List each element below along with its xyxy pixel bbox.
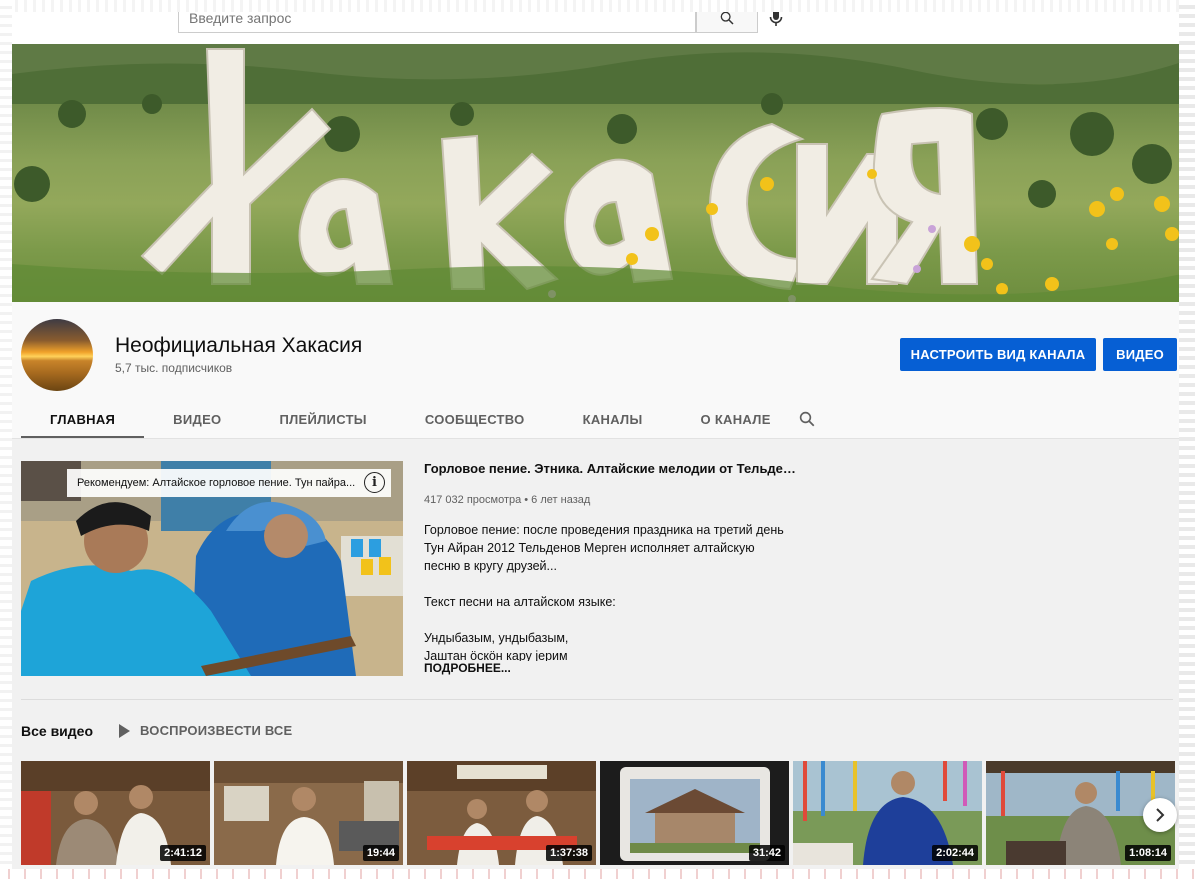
channel-content: Рекомендуем: Алтайское горловое пение. Т… — [12, 438, 1182, 872]
torn-edge-right — [1179, 0, 1195, 879]
featured-video-description: Горловое пение: после проведения праздни… — [424, 523, 784, 661]
video-thumbnail[interactable]: 19:44 — [214, 761, 403, 865]
tab-playlists[interactable]: ПЛЕЙЛИСТЫ — [250, 400, 395, 438]
tab-about[interactable]: О КАНАЛЕ — [672, 400, 800, 438]
chevron-right-icon — [1156, 808, 1165, 822]
youtube-channel-page: Неофициальная Хакасия 5,7 тыс. подписчик… — [12, 0, 1182, 872]
video-thumbnail[interactable]: 1:37:38 — [407, 761, 596, 865]
channel-banner — [12, 44, 1182, 302]
section-divider — [21, 699, 1173, 700]
tab-channels[interactable]: КАНАЛЫ — [554, 400, 672, 438]
channel-tabs: ГЛАВНАЯ ВИДЕО ПЛЕЙЛИСТЫ СООБЩЕСТВО КАНАЛ… — [21, 400, 800, 438]
overlay-text: Рекомендуем: Алтайское горловое пение. Т… — [77, 477, 356, 489]
search-icon — [799, 411, 815, 427]
video-duration: 19:44 — [362, 845, 399, 861]
featured-video-player[interactable]: Рекомендуем: Алтайское горловое пение. Т… — [21, 461, 403, 676]
banner-landscape — [12, 44, 1182, 302]
channel-name: Неофициальная Хакасия — [115, 334, 363, 357]
torn-edge-top — [0, 0, 1195, 12]
search-icon — [720, 11, 734, 25]
featured-video-info: Горловое пение. Этника. Алтайские мелоди… — [424, 461, 804, 661]
featured-video-title[interactable]: Горловое пение. Этника. Алтайские мелоди… — [424, 461, 796, 476]
play-all-button[interactable]: ВОСПРОИЗВЕСТИ ВСЕ — [118, 723, 292, 738]
tab-home[interactable]: ГЛАВНАЯ — [21, 400, 145, 438]
channel-search-button[interactable] — [796, 408, 818, 430]
video-duration: 2:41:12 — [160, 845, 206, 861]
subscriber-count: 5,7 тыс. подписчиков — [115, 361, 233, 375]
featured-video-meta: 417 032 просмотра • 6 лет назад — [424, 494, 591, 506]
video-duration: 2:02:44 — [932, 845, 978, 861]
manage-videos-button[interactable]: ВИДЕО — [1103, 338, 1177, 371]
screenshot-frame: Неофициальная Хакасия 5,7 тыс. подписчик… — [0, 0, 1195, 879]
shelf-next-button[interactable] — [1143, 798, 1177, 832]
shelf-title[interactable]: Все видео — [21, 723, 93, 739]
play-all-label: ВОСПРОИЗВЕСТИ ВСЕ — [140, 723, 293, 738]
read-more-link[interactable]: ПОДРОБНЕЕ... — [424, 661, 511, 675]
tab-community[interactable]: СООБЩЕСТВО — [396, 400, 554, 438]
play-icon — [119, 723, 130, 738]
featured-recommendation-overlay[interactable]: Рекомендуем: Алтайское горловое пение. Т… — [67, 469, 391, 497]
torn-edge-bottom — [0, 869, 1195, 879]
tab-videos[interactable]: ВИДЕО — [144, 400, 250, 438]
video-duration: 1:08:14 — [1125, 845, 1171, 861]
channel-avatar[interactable] — [21, 319, 93, 391]
customize-channel-button[interactable]: НАСТРОИТЬ ВИД КАНАЛА — [900, 338, 1096, 371]
video-thumbnail[interactable]: 2:41:12 — [21, 761, 210, 865]
video-thumbnail[interactable]: 2:02:44 — [793, 761, 982, 865]
channel-header: Неофициальная Хакасия 5,7 тыс. подписчик… — [12, 302, 1182, 438]
video-duration: 31:42 — [748, 845, 785, 861]
torn-edge-left — [0, 0, 12, 879]
video-thumbnail[interactable]: 31:42 — [600, 761, 789, 865]
video-shelf: 2:41:12 19:44 1:37:38 31:42 2:02:44 1:08… — [21, 761, 1182, 865]
video-duration: 1:37:38 — [546, 845, 592, 861]
info-icon[interactable]: i — [364, 472, 385, 493]
